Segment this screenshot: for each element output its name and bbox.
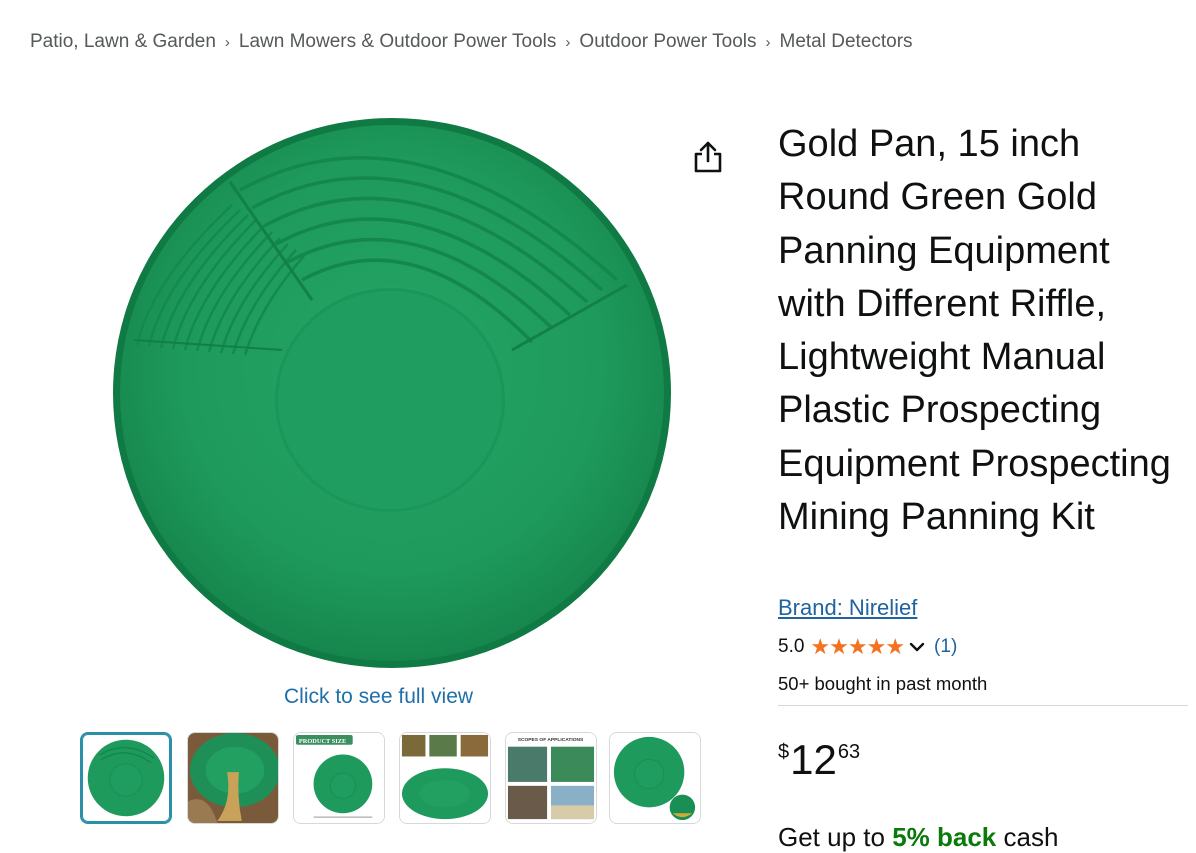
rating-row: 5.0 ★★★★★ (1): [778, 634, 957, 660]
full-view-link[interactable]: Click to see full view: [284, 685, 473, 709]
thumbnail-4[interactable]: [399, 732, 491, 824]
breadcrumb-lawn-mowers[interactable]: Lawn Mowers & Outdoor Power Tools: [239, 31, 557, 52]
thumbnail-product-size-label: PRODUCT SIZE: [299, 738, 346, 745]
cashback-prefix: Get up to: [778, 822, 885, 852]
thumbnail-5[interactable]: SCOPES OF APPLICATIONS: [505, 732, 597, 824]
breadcrumb-separator: ›: [224, 34, 230, 51]
price: $ 12 63: [778, 735, 860, 785]
thumbnail-2[interactable]: [187, 732, 279, 824]
breadcrumb: Patio, Lawn & Garden › Lawn Mowers & Outdo…: [30, 31, 913, 53]
product-title: Gold Pan, 15 inch Round Green Gold Panni…: [778, 123, 1171, 539]
breadcrumb-patio-lawn-garden[interactable]: Patio, Lawn & Garden: [30, 31, 216, 52]
price-whole: 12: [790, 736, 837, 783]
cashback-offer: Get up to 5% back cash: [778, 822, 1058, 853]
rating-value: 5.0: [778, 636, 805, 657]
breadcrumb-outdoor-power-tools[interactable]: Outdoor Power Tools: [579, 31, 756, 52]
price-fraction: 63: [837, 741, 861, 763]
star-rating-icon[interactable]: ★★★★★: [810, 634, 905, 660]
cashback-suffix: cash: [1003, 822, 1059, 852]
cashback-highlight: 5% back: [892, 822, 997, 852]
share-icon[interactable]: [691, 139, 725, 175]
main-product-image[interactable]: [112, 110, 672, 670]
thumbnail-1[interactable]: [80, 732, 172, 824]
bought-in-past-month: 50+ bought in past month: [778, 673, 988, 694]
brand-link[interactable]: Brand: Nirelief: [778, 595, 917, 621]
price-symbol: $: [778, 741, 790, 763]
rating-count-link[interactable]: (1): [934, 636, 957, 658]
breadcrumb-separator: ›: [765, 34, 771, 51]
chevron-down-icon[interactable]: [908, 638, 926, 656]
thumbnail-6[interactable]: [609, 732, 701, 824]
breadcrumb-metal-detectors[interactable]: Metal Detectors: [780, 31, 913, 52]
thumbnail-3[interactable]: PRODUCT SIZE: [293, 732, 385, 824]
thumbnail-applications-label: SCOPES OF APPLICATIONS: [518, 737, 584, 743]
breadcrumb-separator: ›: [565, 34, 571, 51]
divider: [778, 705, 1188, 706]
thumbnail-strip: PRODUCT SIZE SCOPES OF APPLICATIONS: [80, 732, 710, 837]
